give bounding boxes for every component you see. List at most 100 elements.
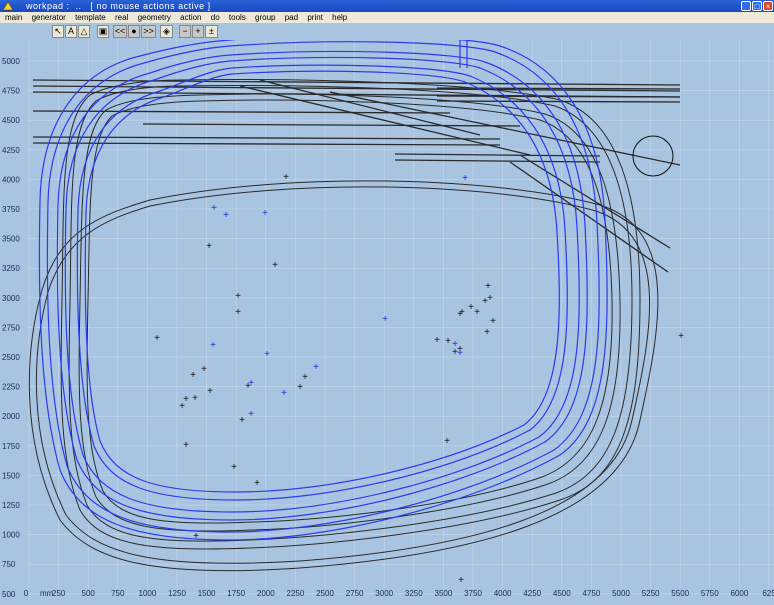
x-axis-label: 5250 bbox=[642, 589, 660, 598]
menu-pad[interactable]: pad bbox=[285, 12, 298, 23]
marker-cross: + bbox=[302, 372, 308, 383]
x-axis-label: 1750 bbox=[227, 589, 245, 598]
text-tool-button[interactable]: A bbox=[65, 25, 77, 38]
x-axis-label: 4750 bbox=[583, 589, 601, 598]
x-axis-label: 4500 bbox=[553, 589, 571, 598]
x-axis-label: 2250 bbox=[287, 589, 305, 598]
marker-cross: + bbox=[297, 382, 303, 393]
x-axis-label: 3750 bbox=[464, 589, 482, 598]
y-axis-label: 2750 bbox=[2, 323, 20, 332]
y-axis-label: 2000 bbox=[2, 412, 20, 421]
x-axis-label: 3500 bbox=[435, 589, 453, 598]
marker-cross: + bbox=[235, 291, 241, 302]
marker-cross: + bbox=[457, 348, 463, 359]
y-axis-label: 3500 bbox=[2, 235, 20, 244]
y-axis-label: 3250 bbox=[2, 264, 20, 273]
y-axis-label: 1500 bbox=[2, 471, 20, 480]
marker-cross: + bbox=[264, 349, 270, 360]
marker-cross: + bbox=[487, 293, 493, 304]
maximize-button[interactable]: □ bbox=[752, 1, 762, 11]
y-axis-label: 4500 bbox=[2, 116, 20, 125]
marker-cross: + bbox=[490, 316, 496, 327]
y-axis-label: 4000 bbox=[2, 175, 20, 184]
marker-cross: + bbox=[254, 478, 260, 489]
marker-cross: + bbox=[272, 260, 278, 271]
marker-cross: + bbox=[235, 307, 241, 318]
fit-button[interactable]: ◈ bbox=[160, 25, 173, 38]
frame-tool-button[interactable]: ▣ bbox=[97, 25, 109, 38]
y-axis-label: 2250 bbox=[2, 383, 20, 392]
menu-action[interactable]: action bbox=[180, 12, 201, 23]
marker-cross: + bbox=[484, 327, 490, 338]
pointer-tool-button[interactable]: ↖ bbox=[52, 25, 64, 38]
menu-group[interactable]: group bbox=[255, 12, 275, 23]
x-axis-label: 625 bbox=[762, 589, 774, 598]
marker-cross: + bbox=[201, 364, 207, 375]
x-axis-label: 1500 bbox=[198, 589, 216, 598]
menu-geometry[interactable]: geometry bbox=[138, 12, 171, 23]
marker-cross: + bbox=[474, 307, 480, 318]
y-axis-label: 4250 bbox=[2, 146, 20, 155]
menu-bar: main generator template real geometry ac… bbox=[0, 12, 774, 23]
prev-button[interactable]: << bbox=[113, 25, 127, 38]
menu-main[interactable]: main bbox=[5, 12, 22, 23]
y-axis-label: 500 bbox=[2, 590, 16, 599]
menu-print[interactable]: print bbox=[307, 12, 323, 23]
marker-cross: + bbox=[154, 333, 160, 344]
close-button[interactable]: × bbox=[763, 1, 773, 11]
x-axis-label: 5500 bbox=[671, 589, 689, 598]
marker-cross: + bbox=[444, 436, 450, 447]
menu-template[interactable]: template bbox=[75, 12, 106, 23]
toolbar: 0 ↖ A △ ▣ << ● >> ◈ − + ± bbox=[0, 23, 774, 61]
x-axis-label: 0 bbox=[24, 589, 29, 598]
y-axis-label: 3000 bbox=[2, 294, 20, 303]
marker-cross: + bbox=[231, 462, 237, 473]
track-plan-drawing[interactable]: ++ ++++++++++++++ +++++++++++++ + + ++ +++++ ++… bbox=[0, 35, 774, 600]
marker-cross: + bbox=[179, 401, 185, 412]
marker-cross: + bbox=[210, 340, 216, 351]
marker-cross: + bbox=[457, 309, 463, 320]
x-axis-label: 750 bbox=[111, 589, 125, 598]
x-axis-label: 5000 bbox=[612, 589, 630, 598]
marker-cross: + bbox=[462, 173, 468, 184]
centre-button[interactable]: ● bbox=[128, 25, 140, 38]
marker-cross: + bbox=[313, 362, 319, 373]
marker-cross: + bbox=[248, 409, 254, 420]
minimize-button[interactable]: _ bbox=[741, 1, 751, 11]
y-axis-label: 3750 bbox=[2, 205, 20, 214]
y-axis-label: 1000 bbox=[2, 531, 20, 540]
x-axis-label: 500 bbox=[82, 589, 96, 598]
drawing-canvas[interactable]: + + + + + + + + + + + + + + + + + + + + + + + + + + + + + + + + + + + + + + + +… bbox=[0, 35, 774, 600]
x-axis-label: 2000 bbox=[257, 589, 275, 598]
x-axis-label: 4000 bbox=[494, 589, 512, 598]
x-axis-label: 4250 bbox=[523, 589, 541, 598]
marker-cross: + bbox=[239, 415, 245, 426]
menu-do[interactable]: do bbox=[211, 12, 220, 23]
zoom-fit-button[interactable]: ± bbox=[205, 25, 218, 38]
menu-generator[interactable]: generator bbox=[32, 12, 66, 23]
shape-tool-button[interactable]: △ bbox=[78, 25, 90, 38]
marker-cross: + bbox=[482, 296, 488, 307]
marker-cross: + bbox=[190, 370, 196, 381]
marker-cross: + bbox=[207, 386, 213, 397]
marker-cross: + bbox=[382, 314, 388, 325]
x-axis-label: 1250 bbox=[168, 589, 186, 598]
menu-help[interactable]: help bbox=[332, 12, 347, 23]
marker-cross: + bbox=[192, 393, 198, 404]
zoom-in-button[interactable]: + bbox=[192, 25, 204, 38]
marker-cross: + bbox=[485, 281, 491, 292]
marker-cross: + bbox=[193, 531, 199, 542]
y-axis-label: 2500 bbox=[2, 353, 20, 362]
marker-cross: + bbox=[281, 388, 287, 399]
menu-real[interactable]: real bbox=[115, 12, 128, 23]
next-button[interactable]: >> bbox=[141, 25, 156, 38]
y-axis-label: 750 bbox=[2, 560, 16, 569]
zoom-out-button[interactable]: − bbox=[179, 25, 191, 38]
marker-cross: + bbox=[283, 172, 289, 183]
menu-tools[interactable]: tools bbox=[229, 12, 246, 23]
marker-cross: + bbox=[678, 331, 684, 342]
marker-cross: + bbox=[211, 203, 217, 214]
x-axis-label: 3250 bbox=[405, 589, 423, 598]
title-bar: workpad : .. [ no mouse actions active ]… bbox=[0, 0, 774, 12]
marker-cross: + bbox=[223, 210, 229, 221]
